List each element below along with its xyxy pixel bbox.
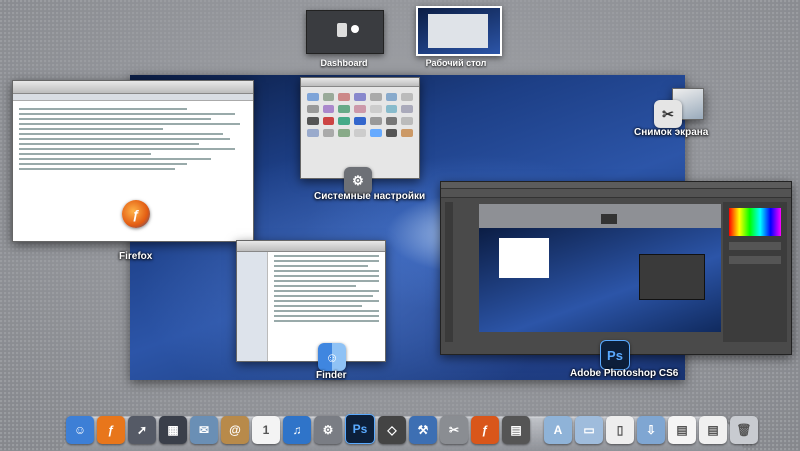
downloads-folder-icon[interactable]: ⇩	[637, 416, 665, 444]
finder-icon: ☺	[318, 343, 346, 371]
widget-icon	[337, 23, 347, 37]
desktop-mini-windows	[428, 14, 488, 48]
firefox-icon[interactable]: ƒ	[97, 416, 125, 444]
system-preferences-icon[interactable]: ⚙	[314, 416, 342, 444]
utilities-icon[interactable]: ✂	[440, 416, 468, 444]
space-desktop-thumbnail[interactable]	[416, 6, 502, 56]
applications-folder-icon[interactable]: A	[544, 416, 572, 444]
document-stack-icon[interactable]: ▯	[606, 416, 634, 444]
photoshop-icon[interactable]: Ps	[345, 414, 375, 444]
launchpad-icon[interactable]: ➚	[128, 416, 156, 444]
address-book-icon[interactable]: @	[221, 416, 249, 444]
activity-monitor-icon[interactable]: ▤	[502, 416, 530, 444]
files-stack-icon[interactable]: ▤	[699, 416, 727, 444]
system-preferences-window[interactable]	[300, 77, 420, 179]
system-preferences-label: Системные настройки	[314, 191, 426, 202]
itunes-icon[interactable]: ♫	[283, 416, 311, 444]
photoshop-window[interactable]	[440, 181, 792, 355]
finder-icon[interactable]: ☺	[66, 416, 94, 444]
finder-window[interactable]	[236, 240, 386, 362]
preview-icon[interactable]: ✉	[190, 416, 218, 444]
photoshop-panels	[723, 202, 787, 342]
screenshot-label: Снимок экрана	[634, 127, 709, 138]
xcode-icon[interactable]: ⚒	[409, 416, 437, 444]
documents-folder-icon[interactable]: ▭	[575, 416, 603, 444]
mission-control-icon[interactable]: ▦	[159, 416, 187, 444]
photoshop-toolbar	[445, 202, 453, 342]
firefox-label: Firefox	[119, 251, 153, 262]
space-desktop-label: Рабочий стол	[425, 58, 487, 68]
clock-widget-icon	[351, 25, 359, 33]
photoshop-label: Adobe Photoshop CS6	[570, 368, 679, 379]
firefox-2-icon[interactable]: ƒ	[471, 416, 499, 444]
trash-icon[interactable]: 🗑	[730, 416, 758, 444]
photoshop-canvas	[479, 204, 721, 332]
photoshop-icon: Ps	[600, 340, 630, 370]
finder-label: Finder	[316, 370, 347, 381]
space-dashboard-thumbnail[interactable]	[306, 10, 384, 54]
calendar-icon[interactable]: 1	[252, 416, 280, 444]
screenshot-icon: ✂	[654, 100, 682, 128]
dock: ☺ ƒ ➚ ▦ ✉ @1 ♫ ⚙ Ps ◇ ⚒ ✂ ƒ ▤ A ▭ ▯ ⇩ ▤ ▤ 🗑	[66, 408, 758, 444]
firefox-icon: ƒ	[122, 200, 150, 228]
unity-icon[interactable]: ◇	[378, 416, 406, 444]
space-dashboard-label: Dashboard	[320, 58, 368, 68]
finder-sidebar	[237, 252, 268, 361]
pdf-stack-icon[interactable]: ▤	[668, 416, 696, 444]
